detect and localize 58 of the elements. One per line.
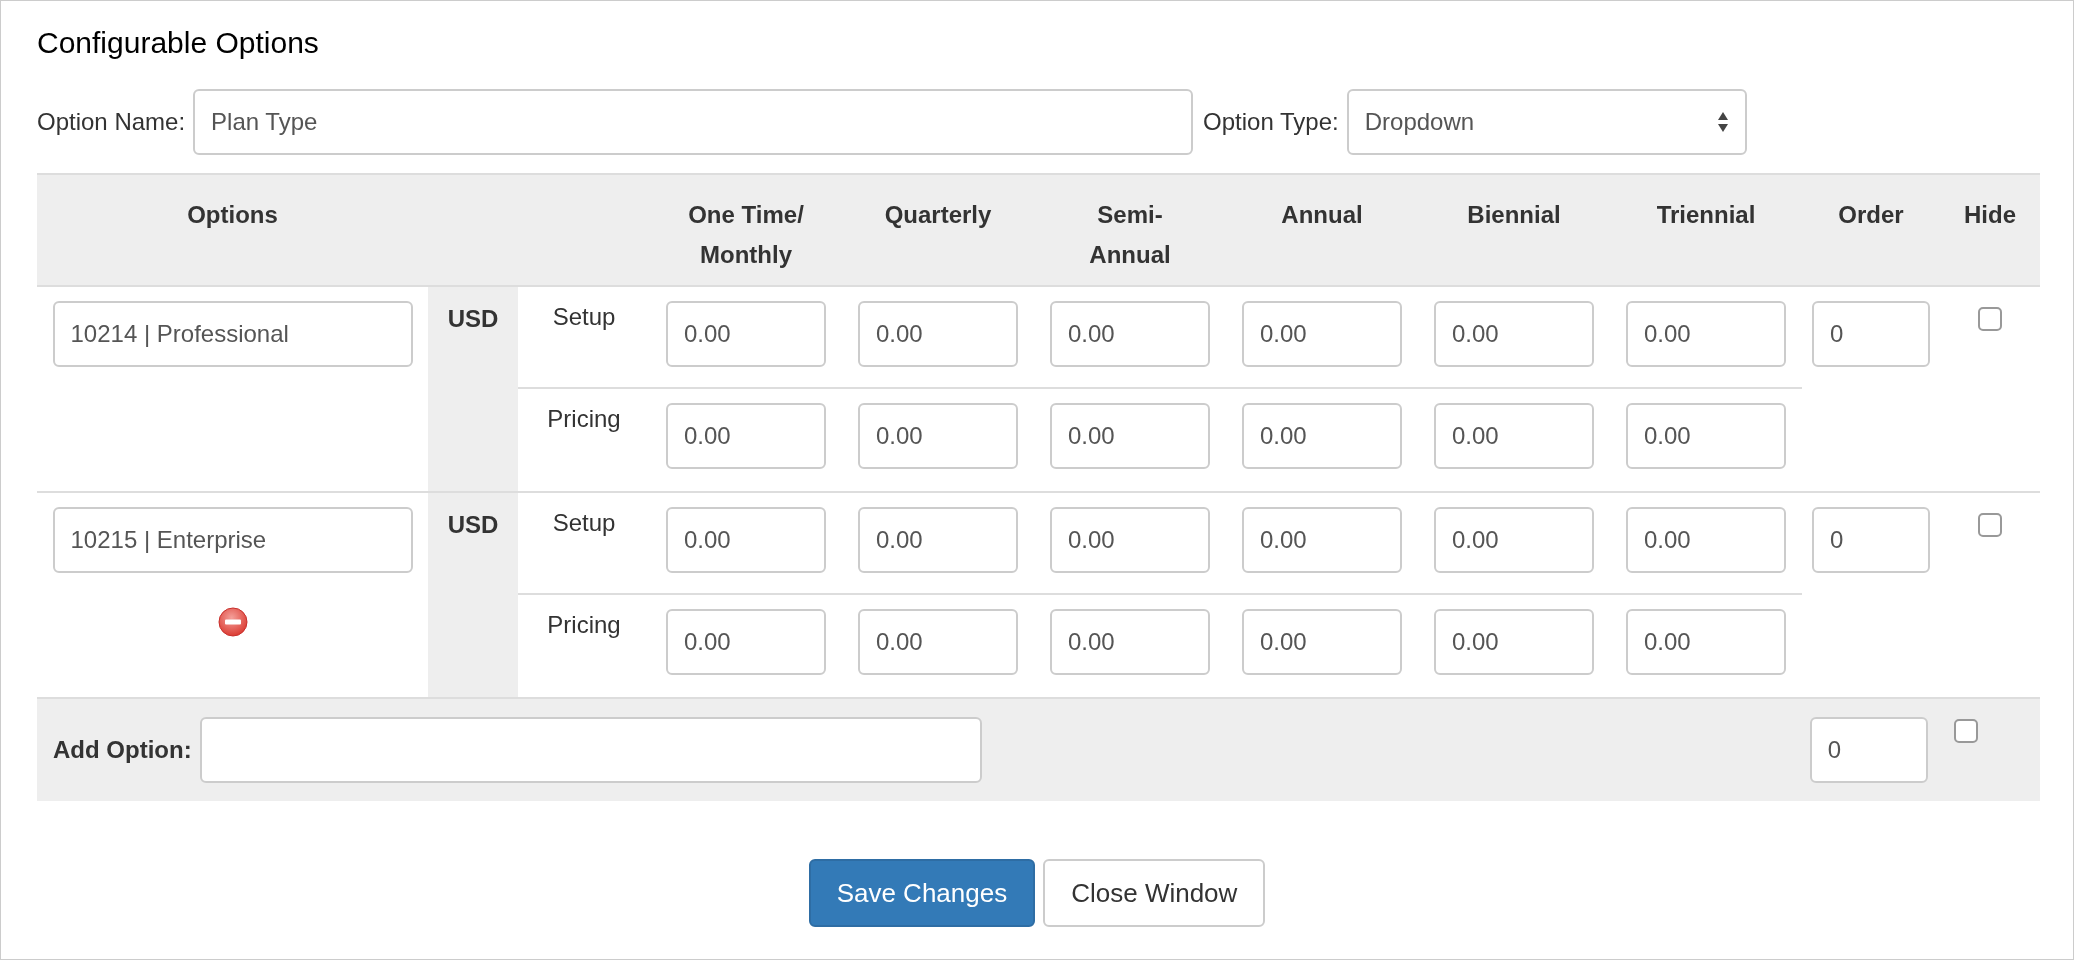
column-header: One Time/ Monthly bbox=[687, 200, 805, 270]
price-field[interactable]: 0.00 bbox=[1434, 403, 1594, 469]
remove-icon[interactable] bbox=[217, 607, 248, 637]
price-row-label: Setup bbox=[552, 509, 616, 536]
close-button[interactable]: Close Window bbox=[1043, 859, 1266, 927]
price-field[interactable]: 0.00 bbox=[1626, 507, 1786, 573]
option-name-field[interactable]: 10214 | Professional bbox=[52, 301, 413, 367]
price-field[interactable]: 0.00 bbox=[1242, 609, 1402, 675]
column-header: Quarterly bbox=[883, 200, 993, 230]
option-name-field[interactable]: 10215 | Enterprise bbox=[52, 507, 413, 573]
price-field[interactable]: 0.00 bbox=[858, 403, 1018, 469]
save-button[interactable]: Save Changes bbox=[808, 859, 1036, 927]
price-row-label: Setup bbox=[552, 303, 616, 330]
price-field[interactable]: 0.00 bbox=[666, 609, 826, 675]
order-field[interactable]: 0 bbox=[1812, 507, 1930, 573]
option-type-label: Option Type: bbox=[1203, 107, 1339, 137]
option-type-select[interactable]: Dropdown bbox=[1346, 89, 1747, 155]
checkbox[interactable] bbox=[1978, 513, 2002, 537]
price-field[interactable]: 0.00 bbox=[1050, 403, 1210, 469]
price-field[interactable]: 0.00 bbox=[1050, 507, 1210, 573]
updown-caret-icon bbox=[1716, 110, 1729, 134]
column-header: Annual bbox=[1280, 200, 1364, 230]
add-option-field[interactable] bbox=[199, 717, 982, 783]
price-field[interactable]: 0.00 bbox=[1626, 301, 1786, 367]
column-header: Options bbox=[186, 200, 279, 230]
checkbox[interactable] bbox=[1953, 719, 1978, 743]
price-field[interactable]: 0.00 bbox=[1050, 301, 1210, 367]
column-header: Triennial bbox=[1655, 200, 1757, 230]
order-field[interactable]: 0 bbox=[1809, 717, 1928, 783]
price-field[interactable]: 0.00 bbox=[1434, 609, 1594, 675]
dialog-title: Configurable Options bbox=[37, 25, 320, 61]
price-field[interactable]: 0.00 bbox=[858, 609, 1018, 675]
price-field[interactable]: 0.00 bbox=[1050, 609, 1210, 675]
price-field[interactable]: 0.00 bbox=[1626, 609, 1786, 675]
price-field[interactable]: 0.00 bbox=[1242, 507, 1402, 573]
column-header: Biennial bbox=[1466, 200, 1562, 230]
option-name-field[interactable]: Plan Type bbox=[193, 89, 1194, 155]
order-field[interactable]: 0 bbox=[1812, 301, 1930, 367]
add-option-label: Add Option: bbox=[53, 735, 192, 765]
price-row-label: Pricing bbox=[547, 405, 621, 432]
column-header: Hide bbox=[1963, 200, 2017, 230]
price-field[interactable]: 0.00 bbox=[1626, 403, 1786, 469]
currency-label: USD bbox=[447, 305, 499, 332]
option-name-label: Option Name: bbox=[37, 107, 186, 137]
column-header: Semi- Annual bbox=[1088, 200, 1172, 270]
currency-label: USD bbox=[447, 511, 499, 538]
price-field[interactable]: 0.00 bbox=[1242, 403, 1402, 469]
price-field[interactable]: 0.00 bbox=[666, 507, 826, 573]
price-field[interactable]: 0.00 bbox=[1434, 301, 1594, 367]
price-field[interactable]: 0.00 bbox=[1242, 301, 1402, 367]
price-field[interactable]: 0.00 bbox=[858, 507, 1018, 573]
price-row-label: Pricing bbox=[547, 611, 621, 638]
checkbox[interactable] bbox=[1978, 307, 2002, 331]
price-field[interactable]: 0.00 bbox=[1434, 507, 1594, 573]
column-header: Order bbox=[1837, 200, 1905, 230]
price-field[interactable]: 0.00 bbox=[666, 403, 826, 469]
price-field[interactable]: 0.00 bbox=[666, 301, 826, 367]
price-field[interactable]: 0.00 bbox=[858, 301, 1018, 367]
